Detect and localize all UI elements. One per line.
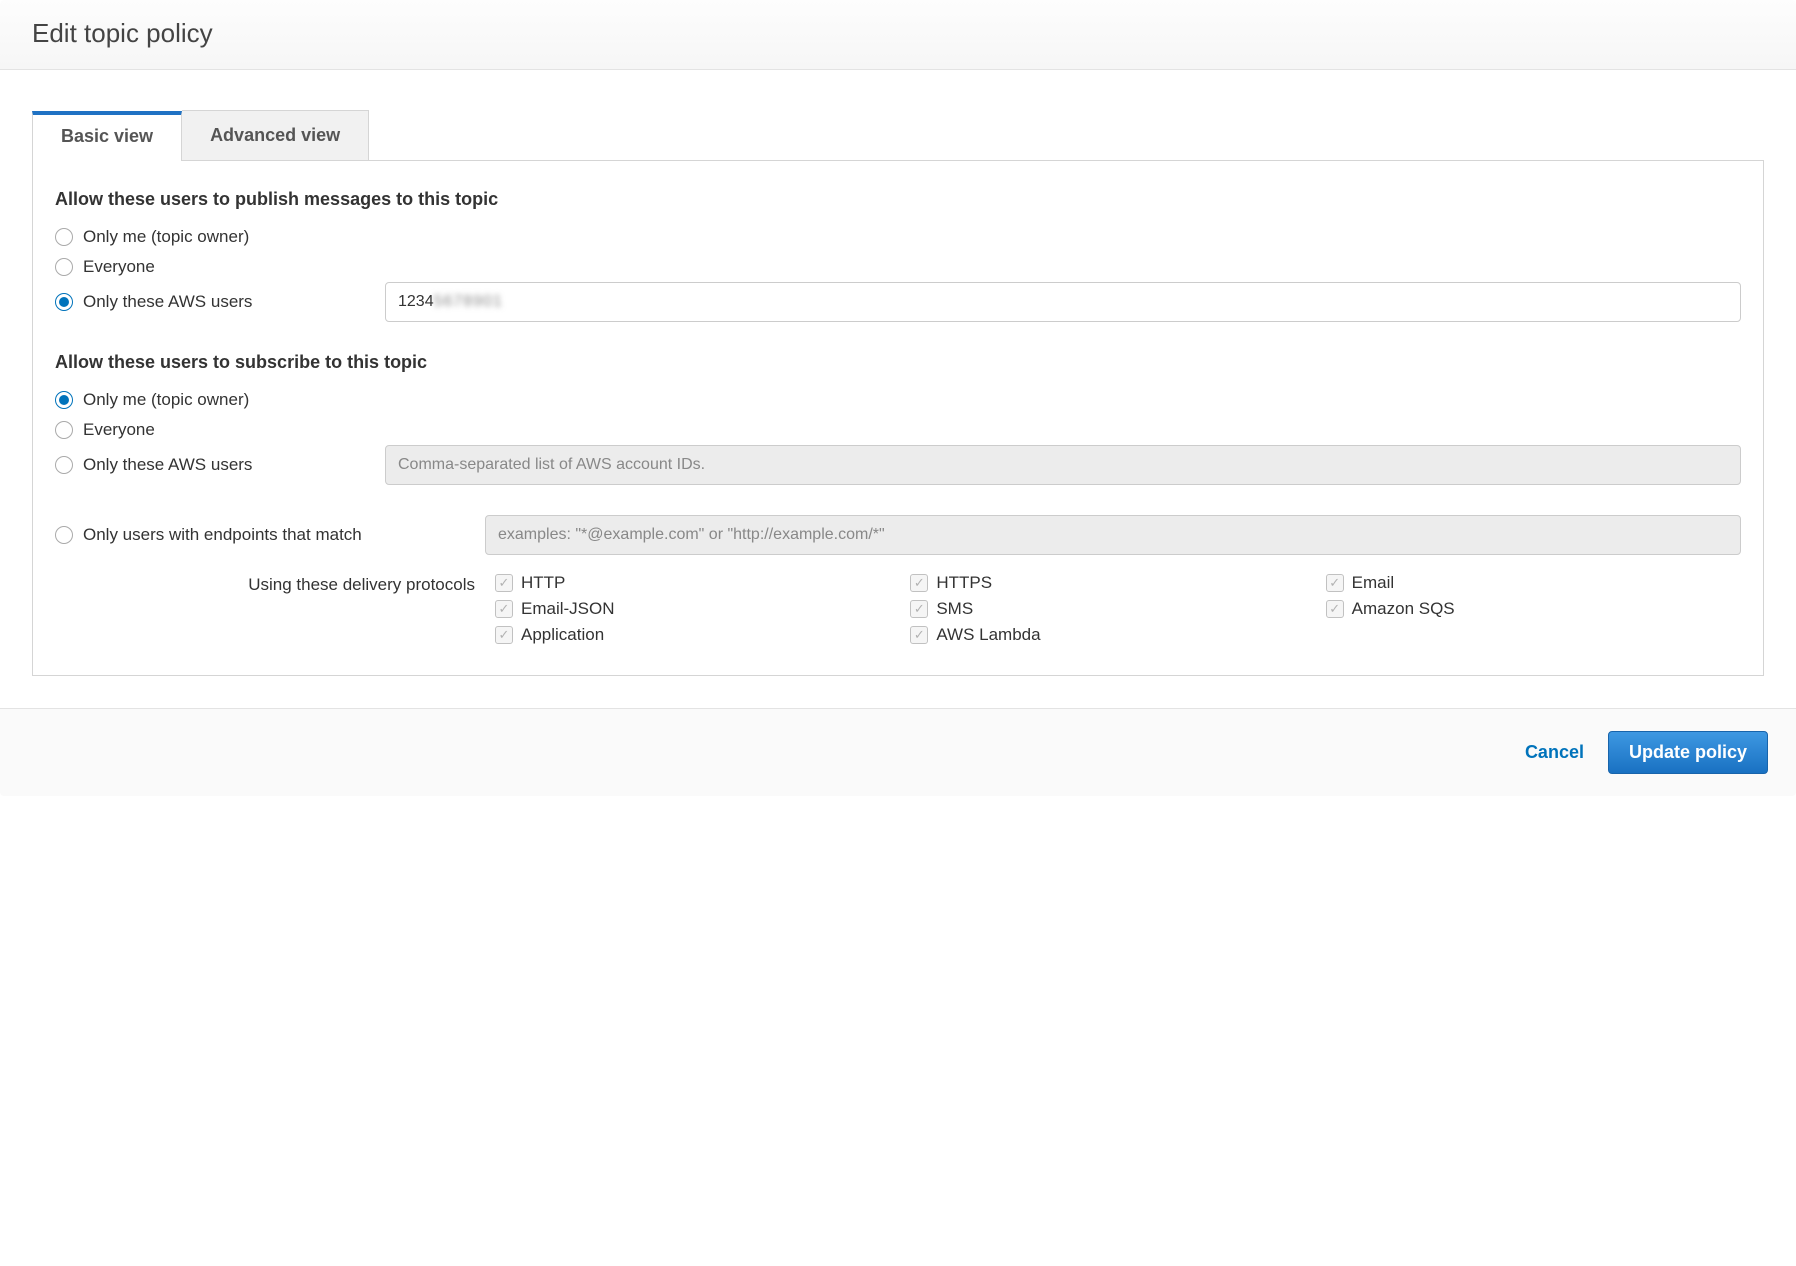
subscribe-radio-endpoints[interactable]	[55, 526, 73, 544]
publish-heading: Allow these users to publish messages to…	[55, 189, 1741, 210]
protocols-row: Using these delivery protocols ✓ HTTP ✓ …	[55, 573, 1741, 645]
protocol-sms: ✓ SMS	[910, 599, 1325, 619]
cancel-button[interactable]: Cancel	[1525, 742, 1584, 763]
checkbox-application[interactable]: ✓	[495, 626, 513, 644]
publish-option-only-me-row: Only me (topic owner)	[55, 222, 1741, 252]
protocol-email: ✓ Email	[1326, 573, 1741, 593]
subscribe-option-aws-users-row: Only these AWS users	[55, 445, 1741, 485]
modal-footer: Cancel Update policy	[0, 708, 1796, 796]
checkbox-email-json[interactable]: ✓	[495, 600, 513, 618]
protocol-application: ✓ Application	[495, 625, 910, 645]
tab-advanced-view[interactable]: Advanced view	[182, 110, 369, 160]
checkbox-label-lambda: AWS Lambda	[936, 625, 1040, 645]
checkbox-sms[interactable]: ✓	[910, 600, 928, 618]
checkbox-label-sqs: Amazon SQS	[1352, 599, 1455, 619]
subscribe-heading: Allow these users to subscribe to this t…	[55, 352, 1741, 373]
protocols-grid: ✓ HTTP ✓ HTTPS ✓ Email ✓ Email-JSON	[495, 573, 1741, 645]
publish-radio-everyone[interactable]	[55, 258, 73, 276]
subscribe-label-aws-users: Only these AWS users	[83, 455, 252, 475]
subscribe-option-everyone-row: Everyone	[55, 415, 1741, 445]
checkbox-label-email-json: Email-JSON	[521, 599, 615, 619]
publish-radio-aws-users[interactable]	[55, 293, 73, 311]
tab-content-basic: Allow these users to publish messages to…	[32, 161, 1764, 676]
subscribe-radio-everyone[interactable]	[55, 421, 73, 439]
publish-label-everyone: Everyone	[83, 257, 155, 277]
checkbox-label-email: Email	[1352, 573, 1395, 593]
checkbox-label-sms: SMS	[936, 599, 973, 619]
subscribe-option-only-me-row: Only me (topic owner)	[55, 385, 1741, 415]
checkbox-label-application: Application	[521, 625, 604, 645]
modal-header: Edit topic policy	[0, 0, 1796, 70]
protocol-https: ✓ HTTPS	[910, 573, 1325, 593]
checkbox-email[interactable]: ✓	[1326, 574, 1344, 592]
protocols-label: Using these delivery protocols	[55, 573, 495, 595]
publish-option-everyone-row: Everyone	[55, 252, 1741, 282]
modal-title: Edit topic policy	[32, 18, 1764, 49]
checkbox-https[interactable]: ✓	[910, 574, 928, 592]
publish-aws-users-value-prefix: 1234	[398, 293, 434, 311]
subscribe-radio-only-me[interactable]	[55, 391, 73, 409]
publish-label-only-me: Only me (topic owner)	[83, 227, 249, 247]
subscribe-endpoints-input[interactable]	[485, 515, 1741, 555]
checkbox-http[interactable]: ✓	[495, 574, 513, 592]
subscribe-label-endpoints: Only users with endpoints that match	[83, 525, 362, 545]
modal-body: Basic view Advanced view Allow these use…	[0, 70, 1796, 708]
edit-topic-policy-modal: Edit topic policy Basic view Advanced vi…	[0, 0, 1796, 796]
update-policy-button[interactable]: Update policy	[1608, 731, 1768, 774]
publish-aws-users-input[interactable]: 12345678901	[385, 282, 1741, 322]
tab-basic-view[interactable]: Basic view	[32, 111, 182, 161]
checkbox-label-http: HTTP	[521, 573, 565, 593]
protocol-http: ✓ HTTP	[495, 573, 910, 593]
checkbox-sqs[interactable]: ✓	[1326, 600, 1344, 618]
checkbox-lambda[interactable]: ✓	[910, 626, 928, 644]
protocol-sqs: ✓ Amazon SQS	[1326, 599, 1741, 619]
tabs: Basic view Advanced view	[32, 110, 1764, 161]
subscribe-radio-aws-users[interactable]	[55, 456, 73, 474]
subscribe-option-endpoints-row: Only users with endpoints that match	[55, 515, 1741, 555]
subscribe-aws-users-input[interactable]	[385, 445, 1741, 485]
subscribe-label-everyone: Everyone	[83, 420, 155, 440]
publish-radio-only-me[interactable]	[55, 228, 73, 246]
protocol-email-json: ✓ Email-JSON	[495, 599, 910, 619]
subscribe-label-only-me: Only me (topic owner)	[83, 390, 249, 410]
protocol-lambda: ✓ AWS Lambda	[910, 625, 1325, 645]
checkbox-label-https: HTTPS	[936, 573, 992, 593]
publish-option-aws-users-row: Only these AWS users 12345678901	[55, 282, 1741, 322]
publish-label-aws-users: Only these AWS users	[83, 292, 252, 312]
publish-aws-users-value-blurred: 5678901	[434, 293, 503, 311]
